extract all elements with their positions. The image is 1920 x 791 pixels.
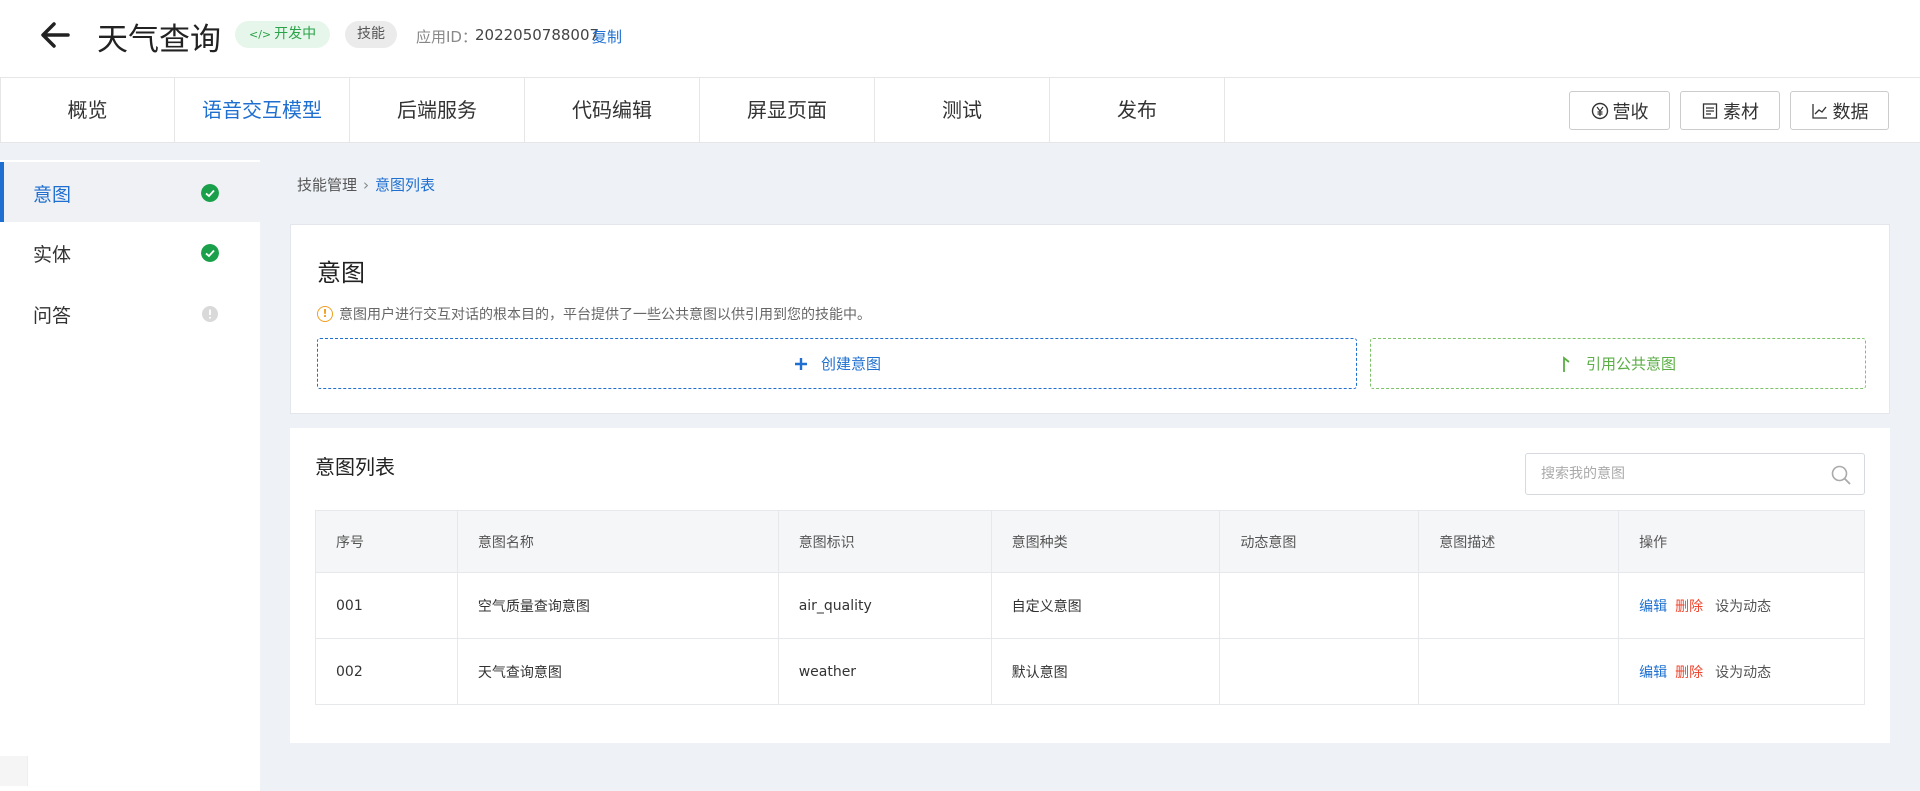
edit-link[interactable]: 编辑 bbox=[1639, 665, 1667, 681]
column-header: 意图标识 bbox=[777, 510, 992, 573]
delete-link[interactable]: 删除 bbox=[1675, 665, 1703, 681]
cell-dynamic bbox=[1219, 572, 1420, 639]
intent-intro-card: 意图 ! 意图用户进行交互对话的根本目的，平台提供了一些公共意图以供引用到您的技… bbox=[290, 224, 1890, 414]
info-circle-icon bbox=[202, 306, 218, 322]
column-header: 意图种类 bbox=[990, 510, 1221, 573]
column-header: 意图名称 bbox=[456, 510, 779, 573]
tab-overview[interactable]: 概览 bbox=[0, 78, 175, 143]
intent-description: ! 意图用户进行交互对话的根本目的，平台提供了一些公共意图以供引用到您的技能中。 bbox=[317, 304, 871, 324]
create-intent-button[interactable]: 创建意图 bbox=[317, 338, 1357, 389]
tab-test[interactable]: 测试 bbox=[875, 78, 1050, 143]
column-header: 操作 bbox=[1618, 510, 1865, 573]
info-icon: ! bbox=[317, 306, 333, 322]
tab-code-editor[interactable]: 代码编辑 bbox=[525, 78, 700, 143]
check-circle-icon bbox=[201, 244, 219, 262]
cell-actions: 编辑 删除 设为动态 bbox=[1618, 572, 1865, 639]
table-row: 002 天气查询意图 weather 默认意图 编辑 删除 设为动态 bbox=[315, 638, 1865, 705]
cell-intent-id: air_quality bbox=[777, 572, 992, 639]
sidebar-item-label: 问答 bbox=[33, 305, 72, 327]
chevron-right-icon: › bbox=[363, 176, 370, 194]
breadcrumb: 技能管理 › 意图列表 bbox=[297, 174, 435, 195]
intent-list-title: 意图列表 bbox=[315, 455, 395, 479]
check-circle-icon bbox=[201, 184, 219, 202]
cell-intent-kind: 自定义意图 bbox=[990, 572, 1221, 639]
cell-description bbox=[1418, 572, 1620, 639]
app-id-label: 应用ID： bbox=[416, 28, 477, 46]
column-header: 动态意图 bbox=[1219, 510, 1420, 573]
cell-dynamic bbox=[1219, 638, 1420, 705]
search-icon[interactable] bbox=[1830, 464, 1852, 486]
cell-intent-name: 空气质量查询意图 bbox=[456, 572, 779, 639]
code-icon: </> bbox=[249, 28, 272, 41]
create-intent-label: 创建意图 bbox=[820, 355, 881, 373]
reference-public-intent-label: 引用公共意图 bbox=[1585, 355, 1676, 373]
sidebar-item-qa[interactable]: 问答 bbox=[0, 283, 260, 343]
app-id-value: 2022050788007 bbox=[475, 26, 600, 44]
cell-description bbox=[1418, 638, 1620, 705]
set-dynamic-link[interactable]: 设为动态 bbox=[1715, 665, 1771, 681]
cell-actions: 编辑 删除 设为动态 bbox=[1618, 638, 1865, 705]
column-header: 意图描述 bbox=[1418, 510, 1620, 573]
material-label: 素材 bbox=[1723, 101, 1759, 123]
tab-backend-service[interactable]: 后端服务 bbox=[350, 78, 525, 143]
cell-intent-kind: 默认意图 bbox=[990, 638, 1221, 705]
yen-circle-icon bbox=[1591, 102, 1608, 119]
table-header-row: 序号 意图名称 意图标识 意图种类 动态意图 意图描述 操作 bbox=[315, 510, 1865, 573]
search-input[interactable] bbox=[1526, 454, 1816, 494]
sidebar-item-label: 意图 bbox=[33, 184, 72, 206]
breadcrumb-parent[interactable]: 技能管理 bbox=[297, 176, 357, 194]
back-arrow-icon[interactable] bbox=[38, 18, 72, 52]
corner-widget bbox=[0, 756, 28, 786]
main-tabs: 概览 语音交互模型 后端服务 代码编辑 屏显页面 测试 发布 营收 素材 数据 bbox=[0, 77, 1920, 143]
sidebar-item-label: 实体 bbox=[33, 244, 72, 266]
edit-link[interactable]: 编辑 bbox=[1639, 599, 1667, 615]
table-row: 001 空气质量查询意图 air_quality 自定义意图 编辑 删除 设为动态 bbox=[315, 572, 1865, 639]
intent-description-text: 意图用户进行交互对话的根本目的，平台提供了一些公共意图以供引用到您的技能中。 bbox=[339, 307, 871, 323]
status-badge-label: 开发中 bbox=[274, 26, 317, 42]
data-label: 数据 bbox=[1832, 101, 1869, 123]
tab-publish[interactable]: 发布 bbox=[1050, 78, 1225, 143]
column-header: 序号 bbox=[315, 510, 458, 573]
sidebar-item-intent[interactable]: 意图 bbox=[0, 162, 260, 222]
intent-table: 序号 意图名称 意图标识 意图种类 动态意图 意图描述 操作 001 空气质量查… bbox=[315, 510, 1865, 705]
delete-link[interactable]: 删除 bbox=[1675, 599, 1703, 615]
status-badge: </> 开发中 bbox=[235, 21, 331, 48]
intent-list-card: 意图列表 序号 意图名称 意图标识 意图种类 动态意图 意图描述 操作 001 bbox=[290, 428, 1890, 743]
reference-arrow-icon bbox=[1563, 355, 1570, 372]
line-chart-icon bbox=[1811, 103, 1827, 119]
revenue-button[interactable]: 营收 bbox=[1569, 91, 1670, 130]
cell-intent-id: weather bbox=[777, 638, 992, 705]
reference-public-intent-button[interactable]: 引用公共意图 bbox=[1370, 338, 1866, 389]
tab-screen-pages[interactable]: 屏显页面 bbox=[700, 78, 875, 143]
app-title: 天气查询 bbox=[97, 22, 221, 58]
copy-app-id-link[interactable]: 复制 bbox=[592, 26, 622, 47]
breadcrumb-current: 意图列表 bbox=[375, 176, 436, 194]
data-button[interactable]: 数据 bbox=[1790, 91, 1889, 130]
app-header: 天气查询 </> 开发中 技能 应用ID： 2022050788007 复制 bbox=[0, 0, 1920, 77]
sidebar-item-entity[interactable]: 实体 bbox=[0, 222, 260, 282]
plus-icon bbox=[794, 357, 807, 370]
set-dynamic-link[interactable]: 设为动态 bbox=[1715, 599, 1771, 615]
type-badge: 技能 bbox=[345, 21, 397, 48]
cell-intent-name: 天气查询意图 bbox=[456, 638, 779, 705]
material-button[interactable]: 素材 bbox=[1680, 91, 1780, 130]
revenue-label: 营收 bbox=[1612, 101, 1649, 123]
sidebar: 意图 实体 问答 bbox=[0, 160, 260, 791]
cell-no: 002 bbox=[315, 638, 458, 705]
search-box bbox=[1525, 453, 1865, 495]
document-icon bbox=[1702, 102, 1718, 119]
tab-voice-interaction-model[interactable]: 语音交互模型 bbox=[175, 78, 350, 143]
section-title: 意图 bbox=[317, 259, 365, 287]
cell-no: 001 bbox=[315, 572, 458, 639]
